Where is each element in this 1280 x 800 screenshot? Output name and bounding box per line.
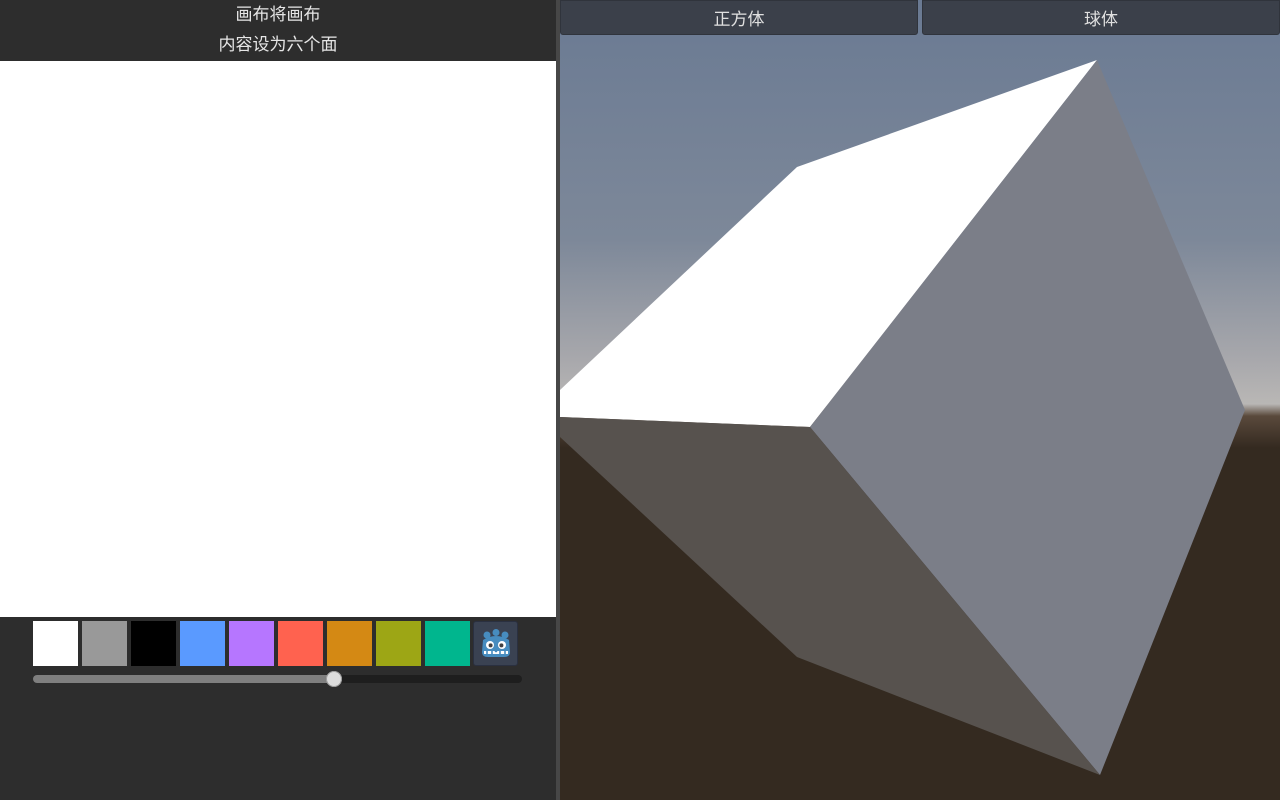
slider-grabber[interactable]: [326, 671, 342, 687]
color-swatch-red[interactable]: [278, 621, 323, 666]
sphere-button[interactable]: 球体: [922, 0, 1280, 35]
brush-size-slider[interactable]: [33, 671, 522, 687]
color-swatch-gray[interactable]: [82, 621, 127, 666]
color-swatch-olive[interactable]: [376, 621, 421, 666]
drawing-canvas[interactable]: [0, 61, 556, 617]
color-swatch-black[interactable]: [131, 621, 176, 666]
slider-fill: [33, 675, 334, 683]
3d-viewport[interactable]: 正方体 球体: [560, 0, 1280, 800]
godot-logo-button[interactable]: [473, 621, 518, 666]
app-root: 画布将画布 内容设为六个面 正方体 球体: [0, 0, 1280, 800]
instructions-line-1: 画布将画布: [235, 5, 321, 25]
instructions-line-2: 内容设为六个面: [218, 35, 338, 55]
color-swatch-orange[interactable]: [327, 621, 372, 666]
color-swatch-teal[interactable]: [425, 621, 470, 666]
instructions-label: 画布将画布 内容设为六个面: [0, 0, 556, 61]
drawing-panel: 画布将画布 内容设为六个面: [0, 0, 556, 800]
color-swatch-purple[interactable]: [229, 621, 274, 666]
godot-icon: [482, 629, 510, 657]
color-swatch-white[interactable]: [33, 621, 78, 666]
cube-button[interactable]: 正方体: [560, 0, 918, 35]
scene-render: [560, 0, 1280, 800]
color-swatch-blue[interactable]: [180, 621, 225, 666]
